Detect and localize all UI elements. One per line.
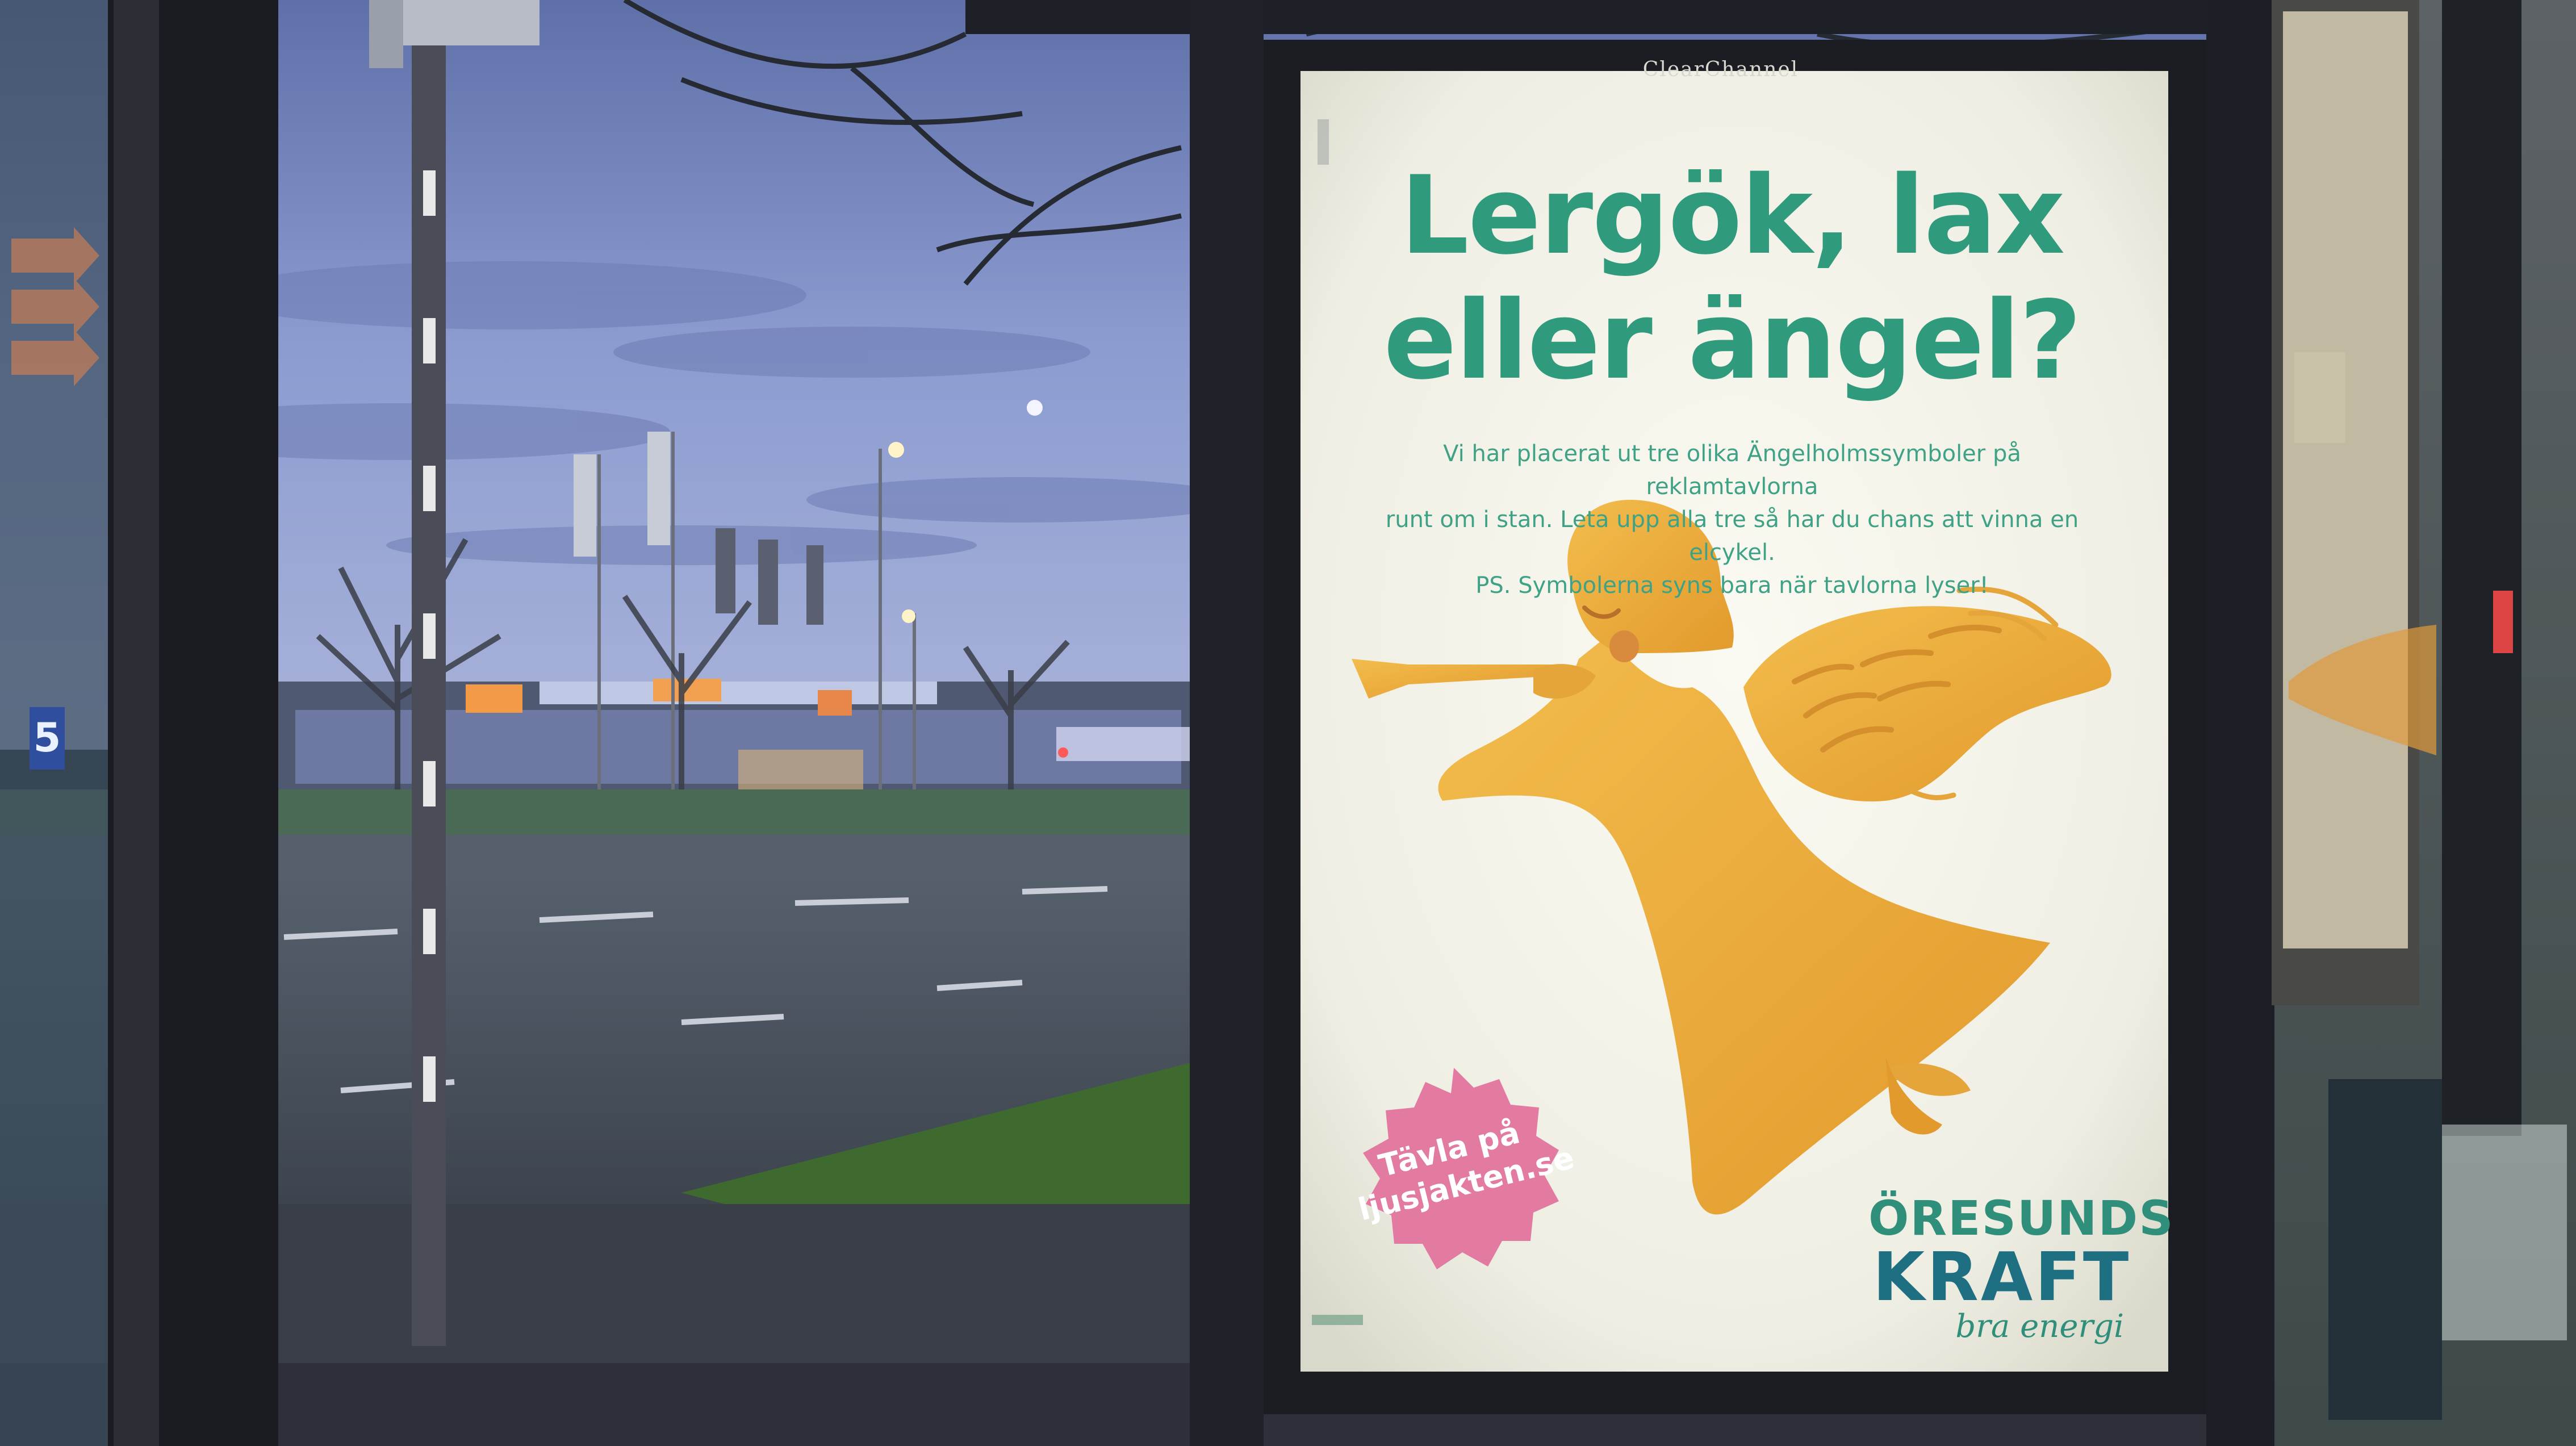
body-line-3: PS. Symbolerna syns bara när tavlorna ly… [1475, 572, 1989, 599]
brand-line-1: ÖRESUNDS [1868, 1190, 2174, 1246]
poster-body-copy: Vi har placerat ut tre olika Ängelholmss… [1357, 437, 2107, 602]
body-line-1: Vi har placerat ut tre olika Ängelholmss… [1443, 441, 2021, 500]
frame-brand-label: ClearChannel [1642, 58, 1799, 81]
photo-scene [0, 0, 2576, 1446]
poster-headline: Lergök, lax eller ängel? [1306, 153, 2158, 403]
headline-line-2: eller ängel? [1383, 278, 2082, 403]
brand-logo: ÖRESUNDS KRAFT bra energi [1868, 1190, 2174, 1344]
brand-line-2: KRAFT [1872, 1238, 2131, 1316]
headline-line-1: Lergök, lax [1400, 153, 2065, 278]
bus-sign-number: 5 [33, 714, 61, 761]
poster-text-block: Lergök, lax eller ängel? Vi har placerat… [1306, 153, 2158, 602]
body-line-2: runt om i stan. Leta upp alla tre så har… [1385, 507, 2079, 566]
